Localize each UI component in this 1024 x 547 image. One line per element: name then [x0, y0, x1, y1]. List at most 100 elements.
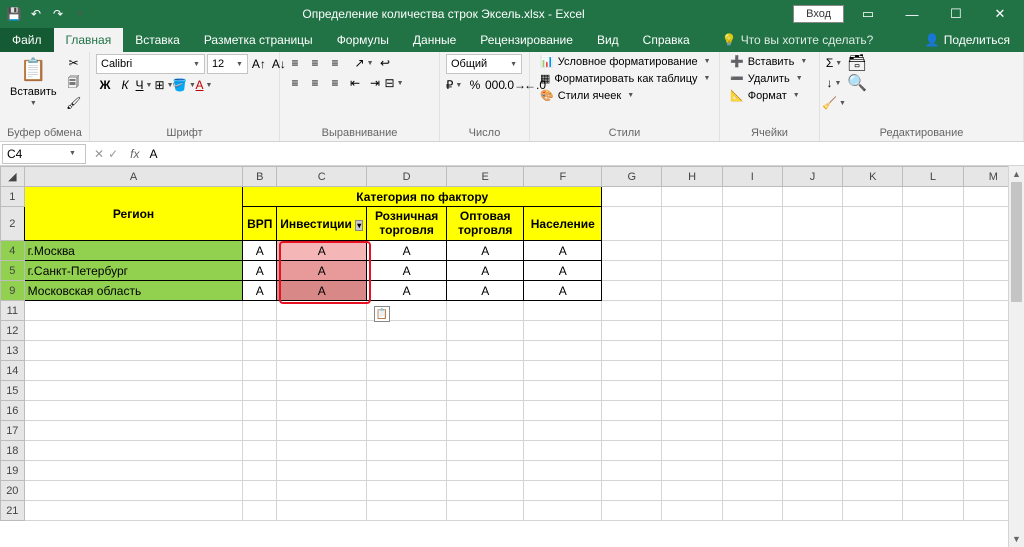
scroll-thumb[interactable]: [1011, 182, 1022, 302]
tab-view[interactable]: Вид: [585, 28, 631, 52]
fx-icon[interactable]: fx: [124, 147, 145, 161]
scroll-up-icon[interactable]: ▲: [1009, 166, 1024, 182]
redo-button[interactable]: ↷: [48, 4, 68, 24]
save-button[interactable]: 💾: [4, 4, 24, 24]
filter-icon[interactable]: ▾: [355, 220, 363, 231]
select-all[interactable]: ◢: [1, 167, 25, 187]
font-color[interactable]: A▼: [196, 76, 214, 94]
align-center[interactable]: ≡: [306, 74, 324, 92]
align-right[interactable]: ≡: [326, 74, 344, 92]
col-header[interactable]: J: [782, 167, 842, 187]
row-header[interactable]: 9: [1, 281, 25, 301]
indent-dec[interactable]: ⇤: [346, 74, 364, 92]
row-header[interactable]: 4: [1, 241, 25, 261]
row-header[interactable]: 2: [1, 207, 25, 241]
col-header[interactable]: C: [277, 167, 367, 187]
col-header[interactable]: K: [843, 167, 903, 187]
col-header[interactable]: I: [722, 167, 782, 187]
insert-cells[interactable]: ➕ Вставить▼: [726, 54, 813, 69]
formula-input[interactable]: [145, 147, 1024, 161]
login-button[interactable]: Вход: [793, 5, 844, 23]
tab-data[interactable]: Данные: [401, 28, 468, 52]
cell[interactable]: ВРП: [243, 207, 277, 241]
cell[interactable]: г.Санкт-Петербург: [24, 261, 243, 281]
cut-button[interactable]: ✂: [65, 54, 83, 72]
currency[interactable]: ₽▼: [446, 76, 464, 94]
clear[interactable]: 🧹▼: [826, 94, 844, 112]
tab-formulas[interactable]: Формулы: [325, 28, 401, 52]
cell[interactable]: Розничная торговля: [367, 207, 447, 241]
cell[interactable]: г.Москва: [24, 241, 243, 261]
spreadsheet-grid[interactable]: ◢ A B C D E F G H I J K L M 1 Регион Кат…: [0, 166, 1024, 547]
cell-reference[interactable]: [3, 147, 67, 161]
cell[interactable]: Оптовая торговля: [446, 207, 523, 241]
col-header[interactable]: D: [367, 167, 447, 187]
qat-more[interactable]: ▼: [70, 4, 90, 24]
cell-styles[interactable]: 🎨 Стили ячеек▼: [536, 88, 640, 103]
thousands[interactable]: 000: [486, 76, 504, 94]
cell[interactable]: Инвестиции ▾: [277, 207, 367, 241]
enter-icon[interactable]: ✓: [108, 147, 118, 161]
underline-button[interactable]: Ч▼: [136, 76, 154, 94]
find-select[interactable]: 🔍: [848, 74, 866, 92]
tab-help[interactable]: Справка: [631, 28, 702, 52]
format-table[interactable]: ▦ Форматировать как таблицу▼: [536, 71, 716, 86]
number-format[interactable]: Общий▼: [446, 54, 522, 74]
undo-button[interactable]: ↶: [26, 4, 46, 24]
cond-format[interactable]: 📊 Условное форматирование▼: [536, 54, 717, 69]
cell[interactable]: Категория по фактору: [243, 187, 602, 207]
align-middle[interactable]: ≡: [306, 54, 324, 72]
orientation[interactable]: ↗▼: [356, 54, 374, 72]
cell[interactable]: Население: [524, 207, 602, 241]
format-painter[interactable]: 🖌: [65, 94, 83, 112]
wrap-text[interactable]: ↩: [376, 54, 394, 72]
col-header[interactable]: B: [243, 167, 277, 187]
font-size[interactable]: ▼: [207, 54, 248, 74]
cell[interactable]: Регион: [24, 187, 243, 241]
col-header[interactable]: F: [524, 167, 602, 187]
vertical-scrollbar[interactable]: ▲ ▼: [1008, 166, 1024, 547]
align-top[interactable]: ≡: [286, 54, 304, 72]
tab-file[interactable]: Файл: [0, 28, 54, 52]
share-button[interactable]: 👤 Поделиться: [911, 28, 1024, 52]
percent[interactable]: %: [466, 76, 484, 94]
col-header[interactable]: A: [24, 167, 243, 187]
col-header[interactable]: H: [662, 167, 722, 187]
merge-cells[interactable]: ⊟▼: [386, 74, 404, 92]
bold-button[interactable]: Ж: [96, 76, 114, 94]
cancel-icon[interactable]: ✕: [94, 147, 104, 161]
minimize-button[interactable]: —: [892, 0, 932, 28]
scroll-down-icon[interactable]: ▼: [1009, 531, 1024, 547]
align-left[interactable]: ≡: [286, 74, 304, 92]
col-header[interactable]: L: [903, 167, 963, 187]
increase-font[interactable]: A↑: [250, 55, 268, 73]
font-name[interactable]: ▼: [96, 54, 205, 74]
cell[interactable]: Московская область: [24, 281, 243, 301]
paste-button[interactable]: 📋 Вставить▼: [6, 54, 61, 109]
ribbon-options[interactable]: ▭: [848, 0, 888, 28]
paste-options-icon[interactable]: 📋: [374, 306, 390, 322]
col-header[interactable]: G: [602, 167, 662, 187]
indent-inc[interactable]: ⇥: [366, 74, 384, 92]
sort-filter[interactable]: 🗃: [848, 54, 866, 72]
close-button[interactable]: ✕: [980, 0, 1020, 28]
tab-layout[interactable]: Разметка страницы: [192, 28, 325, 52]
maximize-button[interactable]: ☐: [936, 0, 976, 28]
autosum[interactable]: Σ▼: [826, 54, 844, 72]
fill-color[interactable]: 🪣▼: [176, 76, 194, 94]
tab-home[interactable]: Главная: [54, 28, 124, 52]
tab-insert[interactable]: Вставка: [123, 28, 192, 52]
tell-me[interactable]: 💡 Что вы хотите сделать?: [722, 28, 874, 52]
format-cells[interactable]: 📐 Формат▼: [726, 88, 806, 103]
tab-review[interactable]: Рецензирование: [468, 28, 585, 52]
col-header[interactable]: E: [446, 167, 523, 187]
row-header[interactable]: 1: [1, 187, 25, 207]
inc-decimal[interactable]: .0→: [506, 76, 524, 94]
copy-button[interactable]: 🗐: [65, 74, 83, 92]
align-bottom[interactable]: ≡: [326, 54, 344, 72]
delete-cells[interactable]: ➖ Удалить▼: [726, 71, 809, 86]
italic-button[interactable]: К: [116, 76, 134, 94]
row-header[interactable]: 5: [1, 261, 25, 281]
name-box[interactable]: ▼: [2, 144, 86, 164]
fill-series[interactable]: ↓▼: [826, 74, 844, 92]
